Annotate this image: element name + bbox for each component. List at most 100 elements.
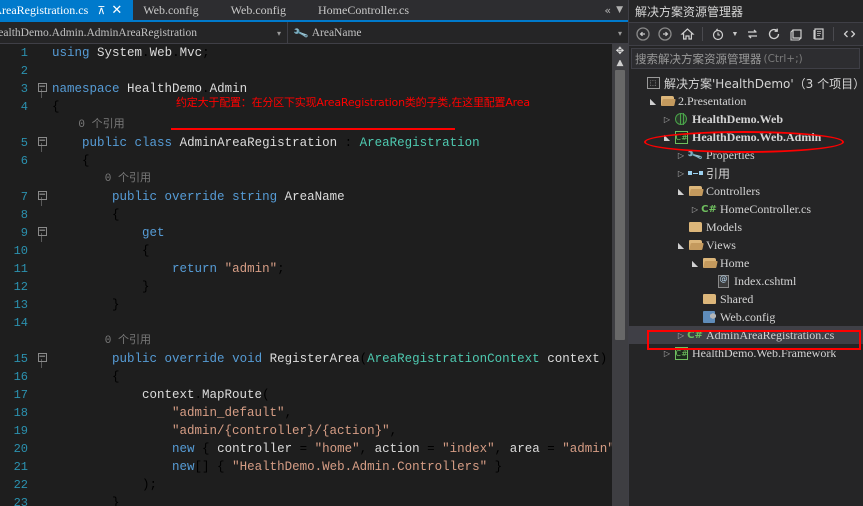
folder-open-icon (687, 186, 703, 196)
code-line[interactable]: 20 new { controller = "home", action = "… (0, 440, 628, 458)
tab-web-config-2[interactable]: Web.config (220, 0, 308, 20)
tree-item-2-presentation[interactable]: ◢ 2.Presentation (629, 92, 863, 110)
angle-brackets-icon[interactable] (839, 24, 859, 44)
code-line[interactable]: 22 ); (0, 476, 628, 494)
folder-closed-icon (701, 294, 717, 304)
clock-filter-icon[interactable] (708, 24, 728, 44)
tree-item-shared[interactable]: Shared (629, 290, 863, 308)
double-chevron-left-icon[interactable]: « (604, 4, 611, 17)
fold-collapse-icon[interactable]: − (34, 80, 50, 98)
fold-collapse-icon[interactable]: − (34, 224, 50, 242)
code-line[interactable]: 19 "admin/{controller}/{action}", (0, 422, 628, 440)
codelens-reference-count[interactable]: 0 个引用 (50, 332, 628, 350)
twisty-collapsed-icon[interactable]: ▷ (661, 115, 673, 124)
code-line[interactable]: 12 } (0, 278, 628, 296)
solution-explorer-toolbar: ▼ (629, 22, 863, 46)
tree-item-healthdemo-web-admin[interactable]: ◢ C# HealthDemo.Web.Admin (629, 128, 863, 146)
twisty-expanded-icon[interactable]: ◢ (675, 187, 687, 196)
tree-item-[interactable]: ▷ 引用 (629, 164, 863, 182)
clock-filter-dropdown-icon[interactable]: ▼ (730, 24, 740, 44)
code-text: { (52, 208, 120, 222)
twisty-collapsed-icon[interactable]: ▷ (661, 349, 673, 358)
forward-arrow-icon[interactable] (655, 24, 675, 44)
web-project-icon (673, 113, 689, 125)
code-line[interactable]: 11 return "admin"; (0, 260, 628, 278)
pin-icon[interactable]: ⊼ (94, 5, 108, 16)
fold-collapse-icon[interactable]: − (34, 188, 50, 206)
codelens-reference-count[interactable]: 0 个引用 (50, 170, 628, 188)
twisty-collapsed-icon[interactable]: ▷ (675, 331, 687, 340)
code-line[interactable]: 13 } (0, 296, 628, 314)
tree-item-properties[interactable]: ▷ 🔧 Properties (629, 146, 863, 164)
tree-item-label: HealthDemo.Web (692, 111, 783, 126)
tree-item-views[interactable]: ◢ Views (629, 236, 863, 254)
config-file-icon (703, 311, 715, 323)
tab-web-config-1[interactable]: Web.config (133, 0, 221, 20)
chevron-down-icon[interactable]: ▾ (618, 29, 622, 38)
code-line[interactable]: 2 (0, 62, 628, 80)
member-scope-dropdown[interactable]: 🔧 AreaName ▾ (288, 22, 628, 44)
codelens-reference-count[interactable]: 0 个引用 (50, 116, 628, 134)
close-icon[interactable]: ✕ (108, 4, 125, 17)
code-line[interactable]: 16 { (0, 368, 628, 386)
twisty-expanded-icon[interactable]: ◢ (647, 97, 659, 106)
tab-admin-area-registration[interactable]: AdminAreaRegistration.cs ⊼ ✕ (0, 0, 134, 20)
tree-item-controllers[interactable]: ◢ Controllers (629, 182, 863, 200)
csharp-file-icon: C# (701, 204, 717, 215)
editor-scroll-thumb[interactable] (615, 70, 625, 340)
code-line[interactable]: 15− public override void RegisterArea(Ar… (0, 350, 628, 368)
toolbar-separator (702, 27, 703, 41)
code-line[interactable]: 0 个引用 (0, 116, 628, 134)
chevron-down-icon[interactable]: ▾ (277, 29, 281, 38)
twisty-expanded-icon[interactable]: ◢ (689, 259, 701, 268)
tree-item-adminarearegistration-cs[interactable]: ▷ C# AdminAreaRegistration.cs (629, 326, 863, 344)
line-number: 1 (20, 46, 28, 60)
show-all-files-icon[interactable] (808, 24, 828, 44)
twisty-collapsed-icon[interactable]: ▷ (675, 169, 687, 178)
twisty-collapsed-icon[interactable]: ▷ (689, 205, 701, 214)
solution-tree[interactable]: ⬚ 解决方案'HealthDemo'（3 个项目） ◢ 2.Presentation ▷… (629, 71, 863, 506)
code-line[interactable]: 10 { (0, 242, 628, 260)
back-arrow-icon[interactable] (633, 24, 653, 44)
fold-collapse-icon[interactable]: − (34, 134, 50, 152)
tree-item-homecontroller-cs[interactable]: ▷ C# HomeController.cs (629, 200, 863, 218)
home-icon[interactable] (677, 24, 697, 44)
tree-item-home[interactable]: ◢ Home (629, 254, 863, 272)
tree-item-healthdemo-3[interactable]: ⬚ 解决方案'HealthDemo'（3 个项目） (629, 74, 863, 92)
sync-arrows-icon[interactable] (742, 24, 762, 44)
code-line[interactable]: 7− public override string AreaName (0, 188, 628, 206)
line-number: 14 (13, 316, 28, 330)
editor-vertical-scrollbar[interactable]: ▲ (612, 44, 628, 506)
tree-item-index-cshtml[interactable]: Index.cshtml (629, 272, 863, 290)
tree-item-healthdemo-web-framework[interactable]: ▷ C# HealthDemo.Web.Framework (629, 344, 863, 362)
twisty-expanded-icon[interactable]: ◢ (675, 241, 687, 250)
tab-list-dropdown-icon[interactable]: ▼ (616, 5, 623, 15)
refresh-icon[interactable] (764, 24, 784, 44)
code-line[interactable]: 1 using System.Web.Mvc; (0, 44, 628, 62)
code-line[interactable]: 23 } (0, 494, 628, 506)
tree-item-healthdemo-web[interactable]: ▷ HealthDemo.Web (629, 110, 863, 128)
code-text-area[interactable]: 1 using System.Web.Mvc; 2 3− namespace Healt… (0, 44, 628, 506)
code-line[interactable]: 6 { (0, 152, 628, 170)
folder-open-icon (688, 186, 702, 196)
code-line[interactable]: 8 { (0, 206, 628, 224)
code-line[interactable]: 18 "admin_default", (0, 404, 628, 422)
tree-item-models[interactable]: Models (629, 218, 863, 236)
collapse-all-icon[interactable] (786, 24, 806, 44)
tab-home-controller[interactable]: HomeController.cs (308, 0, 431, 20)
line-number: 19 (13, 424, 28, 438)
code-line[interactable]: 5− public class AdminAreaRegistration : … (0, 134, 628, 152)
code-line[interactable]: 17 context.MapRoute( (0, 386, 628, 404)
twisty-expanded-icon[interactable]: ◢ (661, 133, 673, 142)
tree-item-web-config[interactable]: Web.config (629, 308, 863, 326)
code-line[interactable]: 14 (0, 314, 628, 332)
code-line[interactable]: 9− get (0, 224, 628, 242)
fold-collapse-icon[interactable]: − (34, 350, 50, 368)
code-text: } (52, 280, 150, 294)
code-line[interactable]: 0 个引用 (0, 170, 628, 188)
code-line[interactable]: 0 个引用 (0, 332, 628, 350)
code-line[interactable]: 21 new[] { "HealthDemo.Web.Admin.Control… (0, 458, 628, 476)
search-input[interactable]: 搜索解决方案资源管理器 (Ctrl+;) (631, 48, 860, 69)
split-window-icon[interactable]: ✥ (612, 44, 628, 60)
type-scope-dropdown[interactable]: HealthDemo.Admin.AdminAreaRegistration ▾ (0, 22, 288, 44)
